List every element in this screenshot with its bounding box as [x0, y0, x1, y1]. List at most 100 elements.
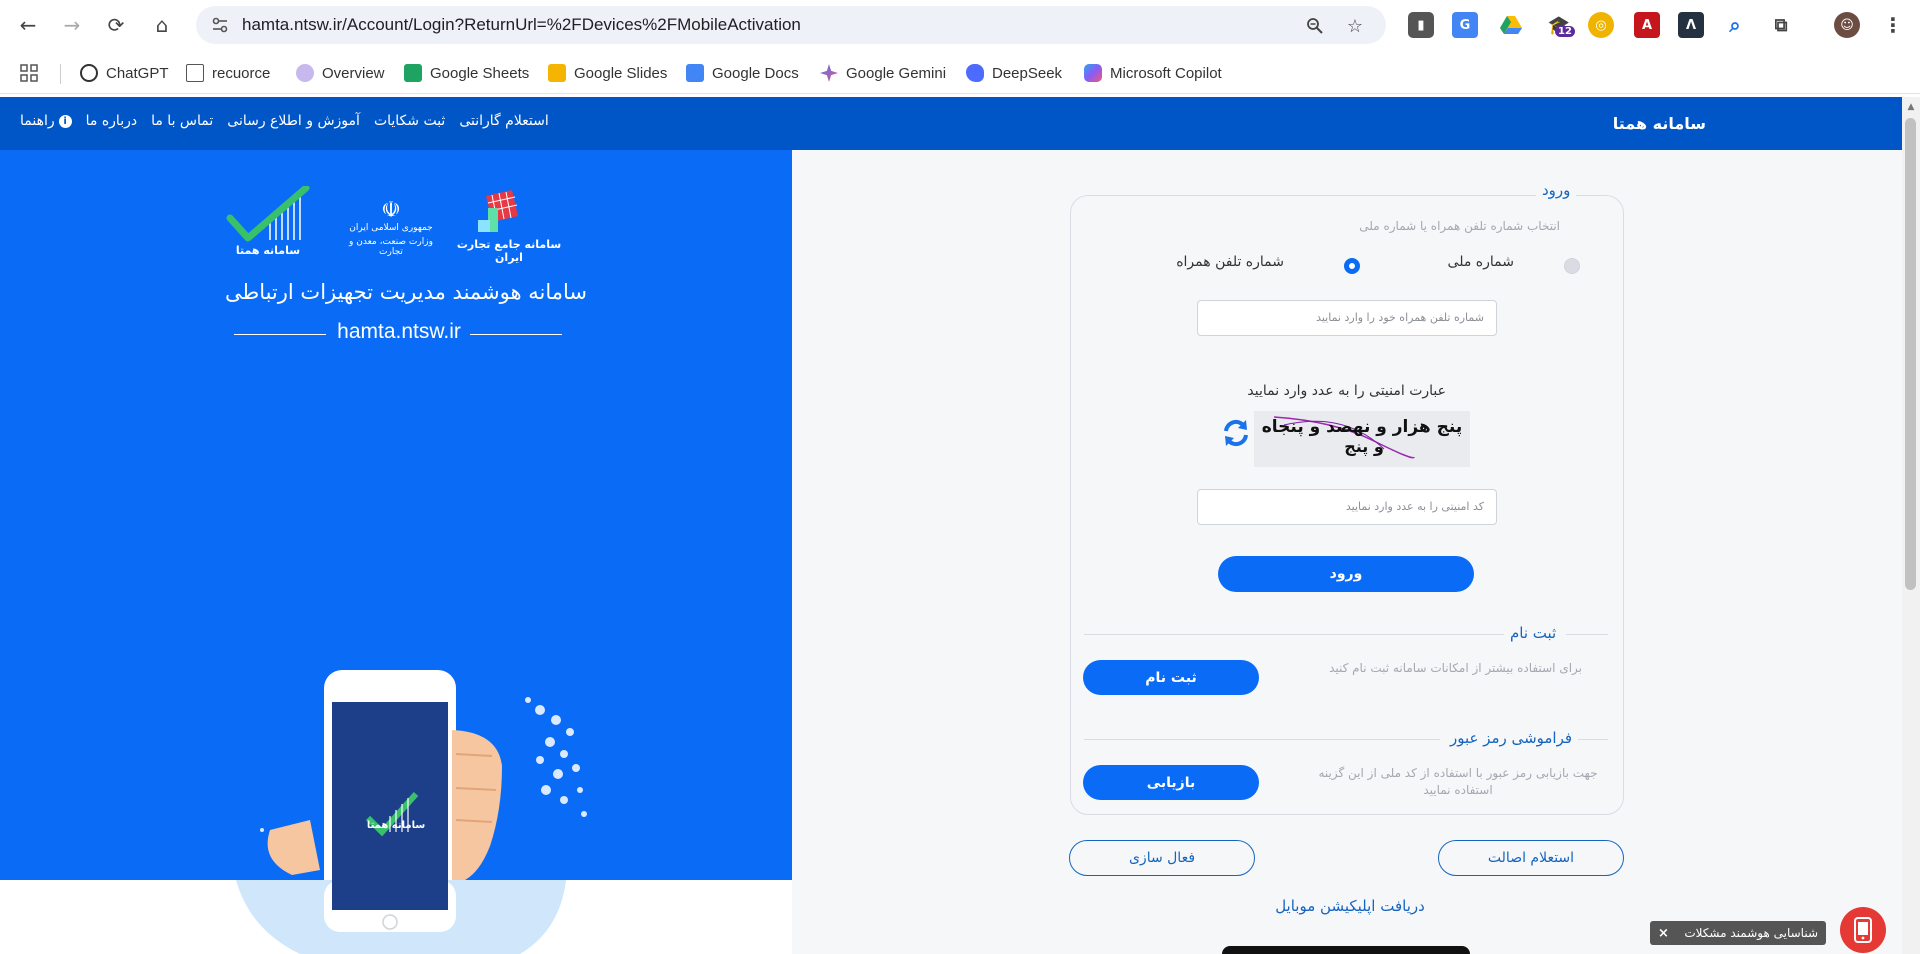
login-button[interactable]: ورود [1218, 556, 1474, 592]
forgot-hint: جهت بازیابی رمز عبور با استفاده از کد مل… [1318, 766, 1598, 797]
translate-icon[interactable]: G [1452, 12, 1478, 38]
captcha-refresh-icon[interactable] [1220, 417, 1252, 449]
bookmark-label: Google Docs [712, 64, 799, 82]
app-store-badge[interactable] [1222, 946, 1470, 954]
google-drive-icon[interactable] [1498, 12, 1524, 38]
captcha-text-1: پنج هزار و نهصد و پنجاه [1261, 417, 1463, 437]
extension-a-icon[interactable]: Λ [1678, 12, 1704, 38]
radio-national-id-label[interactable]: شماره ملی [1424, 254, 1514, 270]
bookmarks-divider [60, 64, 61, 84]
register-hint: برای استفاده بیشتر از امکانات سامانه ثبت… [1329, 661, 1582, 675]
reload-icon[interactable]: ⟳ [102, 11, 130, 39]
register-button[interactable]: ثبت نام [1083, 660, 1259, 695]
forward-icon[interactable]: → [58, 11, 86, 39]
hero-title: سامانه هوشمند مدیریت تجهیزات ارتباطی [224, 280, 587, 304]
bookmark-chatgpt[interactable]: ChatGPT [80, 62, 169, 84]
bookmark-label: DeepSeek [992, 64, 1063, 82]
authenticity-check-button[interactable]: استعلام اصالت [1438, 840, 1624, 876]
hero-footer [0, 880, 792, 954]
google-sheets-icon [404, 64, 422, 82]
bookmark-google-gemini[interactable]: Google Gemini [820, 62, 946, 84]
register-divider [1084, 634, 1504, 635]
extension-badge: 12 [1555, 26, 1575, 37]
bookmark-label: Overview [322, 64, 385, 82]
ministry-line-2: وزارت صنعت، معدن و تجارت [349, 237, 433, 257]
copilot-icon [1084, 64, 1102, 82]
iran-emblem-icon: ☫ [381, 198, 401, 223]
compass-icon[interactable]: ◎ [1588, 12, 1614, 38]
extensions-puzzle-icon[interactable]: ⧉ [1768, 12, 1794, 38]
bookmark-label: Google Gemini [846, 64, 947, 82]
address-bar[interactable]: hamta.ntsw.ir/Account/Login?ReturnUrl=%2… [196, 6, 1386, 44]
browser-menu-icon[interactable]: ⋮ [1880, 12, 1906, 38]
bookmark-overview[interactable]: Overview [296, 62, 385, 84]
ntsw-logo: سامانه جامع تجارت ایران [456, 188, 562, 264]
bookmark-label: recuorce [212, 64, 271, 82]
chatgpt-icon [80, 64, 98, 82]
mobile-phone-icon[interactable] [1840, 907, 1886, 953]
bookmark-google-sheets[interactable]: Google Sheets [404, 62, 529, 84]
search-extension-icon[interactable]: ⌕ [1722, 12, 1748, 38]
info-icon: i [58, 114, 72, 128]
toast-close-icon[interactable]: × [1658, 926, 1669, 941]
phone-logo-text: سامانه همتا [366, 820, 426, 831]
google-slides-icon [548, 64, 566, 82]
pdf-icon[interactable]: A [1634, 12, 1660, 38]
menu-warranty[interactable]: استعلام گارانتی [459, 113, 548, 129]
scrollbar-thumb[interactable] [1905, 118, 1916, 590]
register-legend: ثبت نام [1504, 624, 1563, 642]
graduation-cap-icon[interactable]: 🎓 12 [1546, 12, 1575, 38]
forgot-divider [1084, 739, 1440, 740]
back-icon[interactable]: ← [14, 11, 42, 39]
zoom-icon[interactable] [1304, 15, 1326, 37]
menu-education[interactable]: آموزش و اطلاع رسانی [227, 113, 360, 129]
ntsw-logo-text: سامانه جامع تجارت ایران [456, 238, 562, 264]
google-docs-icon [686, 64, 704, 82]
site-brand[interactable]: سامانه همتا [1613, 114, 1706, 133]
menu-about[interactable]: درباره ما [86, 113, 137, 129]
browser-toolbar: ← → ⟳ ⌂ hamta.ntsw.ir/Account/Login?Retu… [0, 0, 1920, 50]
menu-complaints[interactable]: ثبت شکایات [374, 113, 445, 129]
radio-mobile-label[interactable]: شماره تلفن همراه [1166, 254, 1284, 270]
bookmark-google-slides[interactable]: Google Slides [548, 62, 667, 84]
captcha-text-2: و پنج [1344, 437, 1384, 456]
hamta-logo: سامانه همتا [226, 184, 310, 257]
phone-illustration [260, 670, 587, 880]
profile-avatar[interactable]: ☺ [1834, 12, 1860, 38]
hero-panel: سامانه جامع تجارت ایران ☫ جمهوری اسلامی … [0, 150, 792, 880]
url-text[interactable]: hamta.ntsw.ir/Account/Login?ReturnUrl=%2… [242, 15, 801, 35]
home-icon[interactable]: ⌂ [148, 11, 176, 39]
download-app-link[interactable]: دریافت اپلیکیشن موبایل [1200, 897, 1500, 915]
login-legend: ورود [1536, 181, 1577, 199]
deepseek-icon [966, 64, 984, 82]
recover-button[interactable]: بازیابی [1083, 765, 1259, 800]
ministry-line-1: جمهوری اسلامی ایران [349, 223, 433, 233]
apps-grid-icon[interactable] [20, 62, 38, 84]
menu-help-label: راهنما [20, 113, 55, 129]
extension-shield-icon[interactable]: ▮ [1408, 12, 1434, 38]
activation-button[interactable]: فعال سازی [1069, 840, 1255, 876]
site-info-icon[interactable] [210, 15, 230, 35]
bookmark-deepseek[interactable]: DeepSeek [966, 62, 1062, 84]
menu-help[interactable]: راهنما i [20, 113, 72, 129]
radio-mobile[interactable] [1344, 258, 1360, 274]
bookmark-recuorce[interactable]: recuorce [186, 62, 270, 84]
menu-contact[interactable]: تماس با ما [151, 113, 213, 129]
phone-base-illustration [236, 880, 566, 954]
gemini-icon [820, 64, 838, 82]
register-divider-right [1566, 634, 1608, 635]
top-menu: استعلام گارانتی ثبت شکایات آموزش و اطلاع… [20, 113, 549, 129]
radio-national-id[interactable] [1564, 258, 1580, 274]
hero-domain[interactable]: hamta.ntsw.ir [0, 320, 792, 344]
captcha-input[interactable]: کد امنیتی را به عدد وارد نمایید [1197, 489, 1497, 525]
scroll-up-icon[interactable]: ▲ [1906, 102, 1916, 112]
bookmark-star-icon[interactable]: ☆ [1344, 15, 1366, 37]
bookmark-microsoft-copilot[interactable]: Microsoft Copilot [1084, 62, 1222, 84]
forgot-legend: فراموشی رمز عبور [1444, 729, 1579, 747]
hamta-logo-text: سامانه همتا [235, 244, 301, 257]
bookmark-google-docs[interactable]: Google Docs [686, 62, 799, 84]
ministry-logo: ☫ جمهوری اسلامی ایران وزارت صنعت، معدن و… [346, 198, 436, 262]
overview-icon [296, 64, 314, 82]
phone-input[interactable]: شماره تلفن همراه خود را وارد نمایید [1197, 300, 1497, 336]
smart-diagnosis-toast[interactable]: × شناسایی هوشمند مشکلات [1650, 921, 1826, 945]
